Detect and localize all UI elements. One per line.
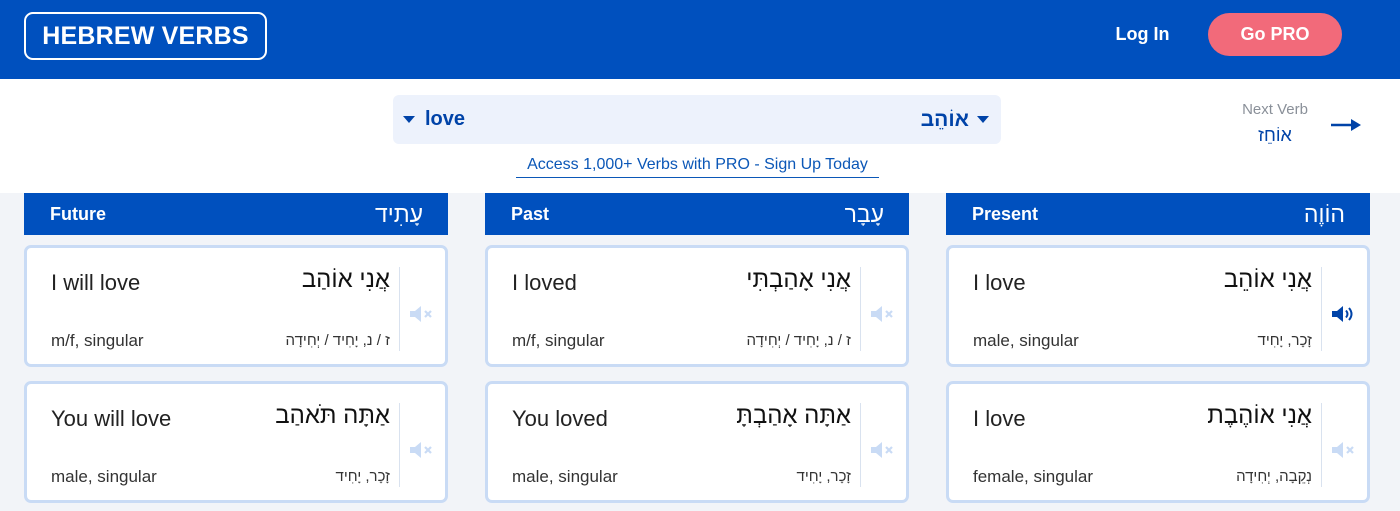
- english-grammar: male, singular: [512, 467, 618, 486]
- divider: [860, 403, 861, 487]
- conjugation-card: You will love אַתָּה תֹּאהַב male, singu…: [24, 381, 448, 503]
- conjugation-card: You loved אַתָּה אָהַבְתָּ male, singula…: [485, 381, 909, 503]
- speaker-muted-icon[interactable]: [407, 303, 435, 325]
- divider: [860, 267, 861, 351]
- hebrew-grammar: ז / נ, יָחִיד / יְחִידָה: [746, 332, 851, 349]
- hebrew-form: אַתָּה אָהַבְתָּ: [736, 402, 851, 429]
- hebrew-grammar: נְקֵבָה, יְחִידָה: [1236, 468, 1312, 485]
- speaker-muted-icon[interactable]: [868, 439, 896, 461]
- column-header-present: Present הוֹוֶה: [946, 193, 1370, 235]
- speaker-muted-icon[interactable]: [868, 303, 896, 325]
- hebrew-form: אֲנִי אוֹהֶבֶת: [1207, 402, 1312, 429]
- hebrew-form: אֲנִי אָהַבְתִּי: [746, 266, 851, 293]
- english-grammar: male, singular: [973, 331, 1079, 350]
- conjugation-card: I will love אֲנִי אוֹהַב m/f, singular ז…: [24, 245, 448, 367]
- column-title: Future: [50, 203, 106, 224]
- hebrew-grammar: זָכָר, יָחִיד: [1257, 332, 1312, 349]
- english-form: You will love: [51, 406, 172, 431]
- english-grammar: male, singular: [51, 467, 157, 486]
- english-form: I love: [973, 406, 1026, 431]
- column-title: Present: [972, 203, 1039, 224]
- hebrew-form: אֲנִי אוֹהַב: [301, 266, 390, 293]
- column-title-hebrew: עָבָר: [844, 200, 884, 227]
- english-verb-select[interactable]: love: [403, 95, 465, 144]
- chevron-down-icon: [403, 116, 415, 123]
- hebrew-verb-select[interactable]: אוֹהֵב: [921, 95, 989, 144]
- hebrew-form: אֲנִי אוֹהֵב: [1223, 266, 1312, 293]
- english-form: I loved: [512, 270, 577, 295]
- hebrew-grammar: זָכָר, יָחִיד: [335, 468, 390, 485]
- column-title-hebrew: הוֹוֶה: [1303, 200, 1345, 227]
- verb-search-bar[interactable]: love אוֹהֵב: [393, 95, 1001, 144]
- english-verb: love: [425, 108, 466, 130]
- english-form: I will love: [51, 270, 141, 295]
- conjugation-card: I loved אֲנִי אָהַבְתִּי m/f, singular ז…: [485, 245, 909, 367]
- divider: [399, 267, 400, 351]
- column-title-hebrew: עָתִיד: [375, 200, 423, 227]
- next-verb-link[interactable]: אוֹחֵז: [1222, 125, 1328, 146]
- column-header-future: Future עָתִיד: [24, 193, 448, 235]
- speaker-muted-icon[interactable]: [407, 439, 435, 461]
- divider: [399, 403, 400, 487]
- login-link[interactable]: Log In: [1100, 19, 1185, 49]
- divider: [1321, 267, 1322, 351]
- hebrew-verb: אוֹהֵב: [920, 107, 969, 131]
- column-header-past: Past עָבָר: [485, 193, 909, 235]
- speaker-icon[interactable]: [1329, 303, 1357, 325]
- chevron-down-icon: [977, 116, 989, 123]
- conjugation-card: I love אֲנִי אוֹהֵב male, singular זָכָר…: [946, 245, 1370, 367]
- english-grammar: m/f, singular: [512, 331, 605, 350]
- next-verb-label: Next Verb: [1242, 101, 1308, 118]
- english-form: You loved: [512, 406, 608, 431]
- arrow-right-icon[interactable]: [1328, 113, 1364, 137]
- conjugation-card: I love אֲנִי אוֹהֶבֶת female, singular נ…: [946, 381, 1370, 503]
- hebrew-grammar: זָכָר, יָחִיד: [796, 468, 851, 485]
- speaker-muted-icon[interactable]: [1329, 439, 1357, 461]
- hebrew-grammar: ז / נ, יָחִיד / יְחִידָה: [285, 332, 390, 349]
- english-grammar: m/f, singular: [51, 331, 144, 350]
- divider: [1321, 403, 1322, 487]
- pro-signup-link[interactable]: Access 1,000+ Verbs with PRO - Sign Up T…: [516, 154, 879, 178]
- logo[interactable]: HEBREW VERBS: [24, 12, 267, 60]
- column-title: Past: [511, 203, 550, 224]
- top-bar: HEBREW VERBS Log In Go PRO: [0, 0, 1400, 79]
- hebrew-form: אַתָּה תֹּאהַב: [275, 402, 390, 429]
- english-form: I love: [973, 270, 1026, 295]
- go-pro-button[interactable]: Go PRO: [1208, 13, 1342, 56]
- english-grammar: female, singular: [973, 467, 1094, 486]
